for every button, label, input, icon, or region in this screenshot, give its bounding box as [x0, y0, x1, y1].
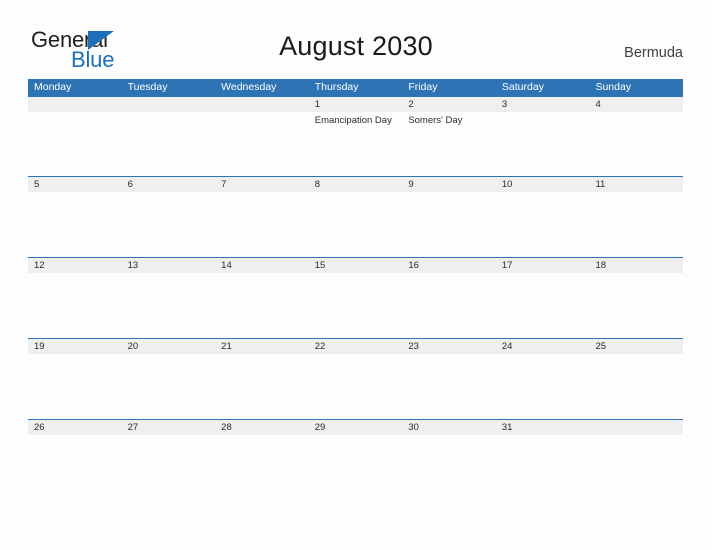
day-cell-empty	[122, 96, 216, 177]
day-number: 9	[408, 179, 414, 190]
week-cells: 12 13 14 15 16 17 18	[28, 257, 683, 338]
holiday-label: Emancipation Day	[314, 115, 392, 126]
day-number: 13	[127, 260, 139, 271]
day-number: 3	[501, 99, 508, 110]
day-header-monday: Monday	[34, 81, 72, 93]
day-cell[interactable]: 20	[122, 338, 216, 419]
day-header-tuesday: Tuesday	[127, 81, 168, 93]
day-number: 11	[595, 179, 606, 190]
day-number: 4	[595, 99, 601, 110]
week-cells: 5 6 7 8 9 10 11	[28, 176, 683, 257]
calendar-week-row: 5 6 7 8 9 10 11	[28, 176, 683, 257]
day-number: 15	[314, 260, 326, 271]
day-cell[interactable]: 23	[402, 338, 496, 419]
day-number: 20	[127, 341, 139, 352]
day-number: 10	[501, 179, 513, 190]
page-title: August 2030	[279, 31, 433, 61]
calendar-week-row: 12 13 14 15 16 17 18	[28, 257, 683, 338]
day-number: 7	[221, 179, 227, 190]
day-cell[interactable]: 4	[589, 96, 683, 177]
calendar-week-row: 19 20 21 22 23 24 25	[28, 338, 683, 419]
day-cell[interactable]: 8	[309, 176, 403, 257]
day-header-saturday: Saturday	[501, 81, 544, 93]
day-cell[interactable]: 29	[309, 419, 403, 500]
day-cell[interactable]: 19	[28, 338, 122, 419]
calendar-week-row: 1 Emancipation Day 2 Somers' Day 3 4	[28, 96, 683, 176]
day-cell-empty	[28, 96, 122, 177]
calendar-week-row: 26 27 28 29 30 31	[28, 419, 683, 500]
day-header-friday: Friday	[408, 81, 438, 93]
day-cell[interactable]: 1 Emancipation Day	[309, 96, 403, 177]
day-cell[interactable]: 27	[122, 419, 216, 500]
calendar-page: General Blue August 2030 Bermuda Monday …	[0, 0, 712, 550]
day-number: 6	[127, 179, 133, 190]
day-number: 1	[314, 99, 321, 110]
day-number: 8	[314, 179, 321, 190]
day-number: 5	[34, 179, 40, 190]
day-cell[interactable]: 17	[496, 257, 590, 338]
day-number: 2	[408, 99, 414, 110]
day-cell[interactable]: 22	[309, 338, 403, 419]
day-number: 14	[221, 260, 232, 271]
day-cell[interactable]: 3	[496, 96, 590, 177]
day-number: 27	[127, 422, 139, 433]
day-cell[interactable]: 18	[589, 257, 683, 338]
day-cell[interactable]: 21	[215, 338, 309, 419]
calendar-grid: Monday Tuesday Wednesday Thursday Friday…	[28, 79, 683, 500]
calendar-weeks: 1 Emancipation Day 2 Somers' Day 3 4 5 6 7 8 9 10 11…	[28, 96, 683, 500]
day-header-wednesday: Wednesday	[221, 81, 277, 93]
week-cells: 19 20 21 22 23 24 25	[28, 338, 683, 419]
day-cell-empty	[589, 419, 683, 500]
day-cell[interactable]: 28	[215, 419, 309, 500]
day-events: Somers' Day	[408, 114, 493, 127]
day-number: 16	[408, 260, 419, 271]
day-cell[interactable]: 13	[122, 257, 216, 338]
day-cell[interactable]: 10	[496, 176, 590, 257]
holiday-label: Somers' Day	[408, 115, 463, 126]
day-number: 23	[408, 341, 419, 352]
day-number: 21	[221, 341, 232, 352]
day-header-sunday: Sunday	[595, 81, 632, 93]
day-cell[interactable]: 2 Somers' Day	[402, 96, 496, 177]
day-cell[interactable]: 6	[122, 176, 216, 257]
page-header: General Blue August 2030 Bermuda	[0, 0, 712, 78]
day-cell[interactable]: 26	[28, 419, 122, 500]
day-number: 19	[34, 341, 45, 352]
day-cell[interactable]: 16	[402, 257, 496, 338]
day-number: 30	[408, 422, 419, 433]
day-cell[interactable]: 25	[589, 338, 683, 419]
day-cell[interactable]: 24	[496, 338, 590, 419]
day-number: 18	[595, 260, 607, 271]
country-label: Bermuda	[624, 45, 683, 61]
day-cell[interactable]: 7	[215, 176, 309, 257]
day-number: 25	[595, 341, 607, 352]
day-cell[interactable]: 11	[589, 176, 683, 257]
day-number: 31	[501, 422, 513, 433]
day-cell[interactable]: 5	[28, 176, 122, 257]
day-number: 17	[501, 260, 513, 271]
day-cell[interactable]: 31	[496, 419, 590, 500]
day-number: 22	[314, 341, 326, 352]
day-cell[interactable]: 14	[215, 257, 309, 338]
day-events: Emancipation Day	[315, 114, 400, 127]
day-header-thursday: Thursday	[314, 81, 359, 93]
day-number: 29	[314, 422, 326, 433]
day-number: 28	[221, 422, 232, 433]
day-cell[interactable]: 9	[402, 176, 496, 257]
day-of-week-header-row: Monday Tuesday Wednesday Thursday Friday…	[28, 79, 683, 96]
day-cell[interactable]: 30	[402, 419, 496, 500]
day-cell[interactable]: 15	[309, 257, 403, 338]
day-cell[interactable]: 12	[28, 257, 122, 338]
day-number: 26	[34, 422, 45, 433]
day-number: 24	[501, 341, 513, 352]
week-cells: 1 Emancipation Day 2 Somers' Day 3 4	[28, 96, 683, 177]
day-cell-empty	[215, 96, 309, 177]
day-number: 12	[34, 260, 45, 271]
week-cells: 26 27 28 29 30 31	[28, 419, 683, 500]
